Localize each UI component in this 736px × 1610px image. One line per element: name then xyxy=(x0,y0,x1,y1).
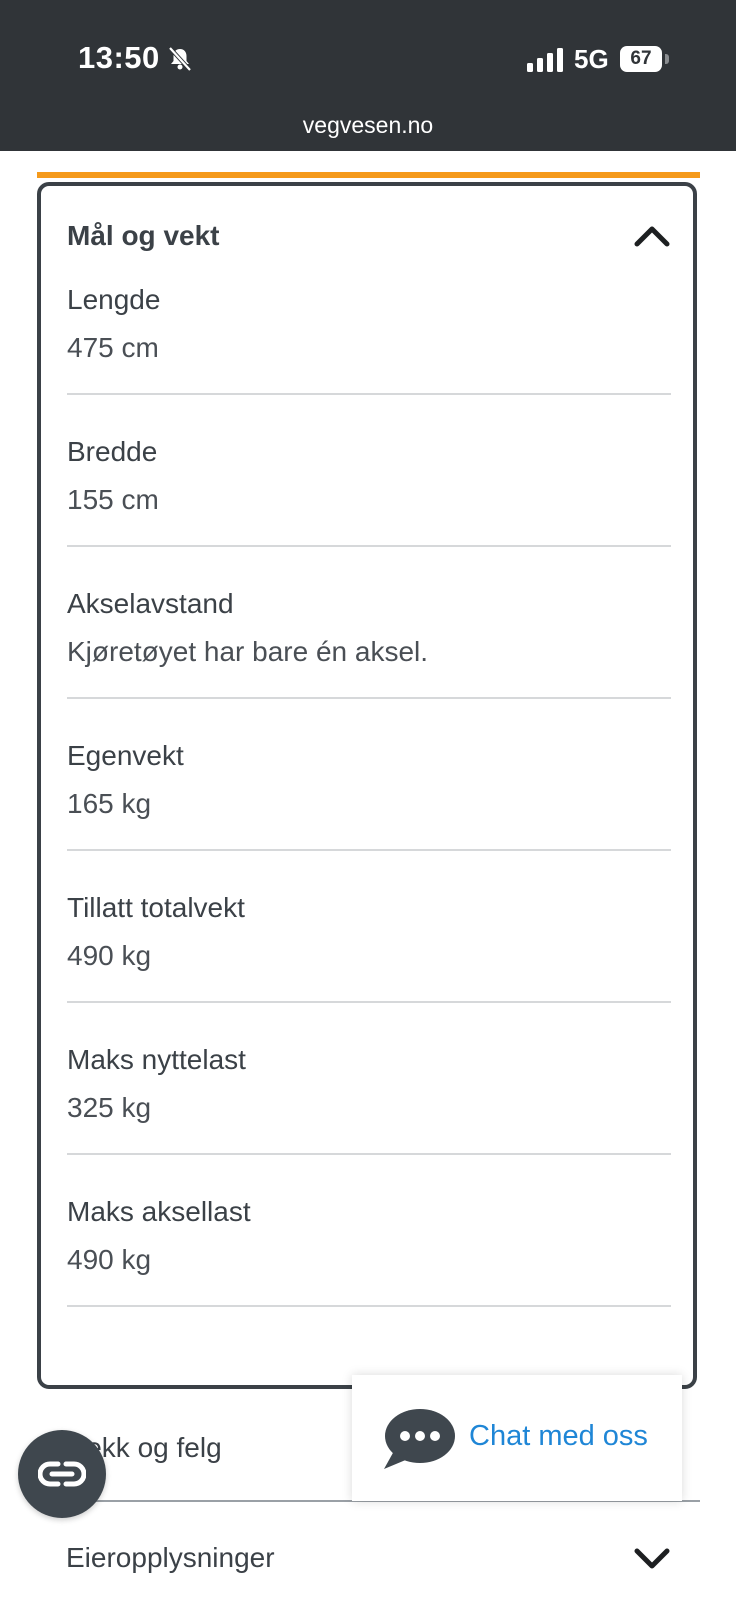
reader-mode-button[interactable] xyxy=(18,1430,106,1518)
spec-value: 490 kg xyxy=(67,1244,152,1275)
divider xyxy=(67,1001,671,1003)
spec-value: 165 kg xyxy=(67,788,152,819)
spec-row: Akselavstand Kjøretøyet har bare én akse… xyxy=(67,588,671,740)
chat-label[interactable]: Chat med oss xyxy=(469,1420,648,1453)
spec-label: Lengde xyxy=(67,284,161,315)
bell-muted-icon xyxy=(168,46,192,72)
url-bar[interactable]: vegvesen.no xyxy=(0,112,736,139)
chevron-up-icon[interactable] xyxy=(633,222,671,248)
spec-value: 475 cm xyxy=(67,332,159,363)
spec-row: Lengde 475 cm xyxy=(67,284,671,436)
battery-icon: 67 xyxy=(620,46,662,72)
chat-bubble-icon xyxy=(384,1409,455,1469)
spec-row: Tillatt totalvekt 490 kg xyxy=(67,892,671,1044)
spec-row: Maks aksellast 490 kg xyxy=(67,1196,671,1348)
accent-line xyxy=(37,172,700,178)
battery-nub xyxy=(665,54,669,64)
status-bar: 13:50 5G 67 vegvesen.no xyxy=(0,0,736,151)
spec-label: Bredde xyxy=(67,436,158,467)
spec-value: 155 cm xyxy=(67,484,159,515)
spec-label: Tillatt totalvekt xyxy=(67,892,245,923)
spec-label: Maks aksellast xyxy=(67,1196,251,1227)
panel-header[interactable]: Mål og vekt xyxy=(41,186,693,278)
divider xyxy=(67,1153,671,1155)
section-owner-info[interactable]: Eieropplysninger xyxy=(37,1502,700,1610)
chevron-down-icon[interactable] xyxy=(633,1546,671,1572)
status-time: 13:50 xyxy=(78,40,160,75)
section-label: Eieropplysninger xyxy=(66,1542,275,1573)
network-type: 5G xyxy=(574,44,609,74)
dimensions-weight-panel: Mål og vekt Lengde 475 cm Bredde 155 cm … xyxy=(37,182,697,1389)
spec-label: Maks nyttelast xyxy=(67,1044,246,1075)
panel-title: Mål og vekt xyxy=(67,220,220,251)
divider xyxy=(67,393,671,395)
spec-value: 325 kg xyxy=(67,1092,152,1123)
signal-icon xyxy=(527,48,563,72)
spec-row: Bredde 155 cm xyxy=(67,436,671,588)
divider xyxy=(67,1305,671,1307)
divider xyxy=(67,849,671,851)
spec-row: Egenvekt 165 kg xyxy=(67,740,671,892)
spec-label: Egenvekt xyxy=(67,740,184,771)
spec-label: Akselavstand xyxy=(67,588,234,619)
divider xyxy=(67,697,671,699)
chat-widget[interactable]: Chat med oss xyxy=(352,1375,682,1501)
spec-value: Kjøretøyet har bare én aksel. xyxy=(67,636,429,667)
spec-row: Maks nyttelast 325 kg xyxy=(67,1044,671,1196)
spec-value: 490 kg xyxy=(67,940,152,971)
glasses-icon xyxy=(38,1461,86,1487)
divider xyxy=(67,545,671,547)
